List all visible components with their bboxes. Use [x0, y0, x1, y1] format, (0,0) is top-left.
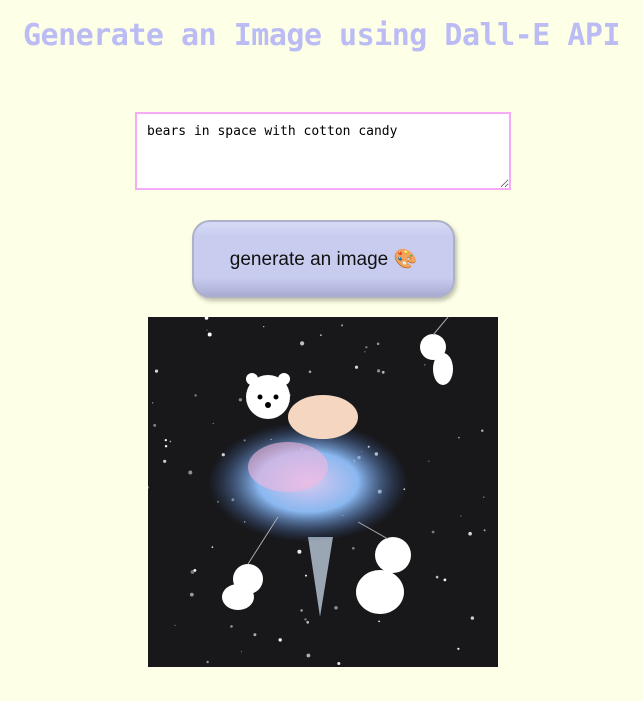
- star: [381, 370, 385, 374]
- star: [341, 324, 344, 327]
- star: [206, 660, 209, 664]
- star: [207, 332, 212, 337]
- star: [468, 531, 472, 536]
- star: [306, 653, 311, 658]
- star: [305, 574, 307, 577]
- generated-image: [146, 316, 498, 667]
- star: [146, 486, 150, 489]
- star: [470, 616, 475, 620]
- star: [378, 620, 380, 623]
- star: [308, 370, 312, 374]
- generated-image-illustration: [146, 316, 486, 665]
- star: [334, 606, 338, 610]
- star: [423, 364, 426, 366]
- star: [337, 662, 341, 665]
- star: [278, 638, 282, 642]
- bear-sleeping: [288, 395, 358, 439]
- star: [365, 346, 368, 349]
- star: [354, 365, 359, 369]
- generate-image-button[interactable]: generate an image 🎨: [192, 220, 455, 298]
- star: [304, 618, 307, 621]
- star: [431, 530, 435, 534]
- star: [377, 369, 381, 373]
- star: [188, 470, 193, 475]
- bear-top-left: [246, 373, 290, 419]
- star: [297, 549, 302, 554]
- bear-top-right: [420, 316, 453, 385]
- star: [240, 651, 242, 653]
- star: [306, 620, 310, 624]
- star: [253, 633, 257, 637]
- page-title: Generate an Image using Dall-E API: [22, 18, 621, 53]
- star: [189, 592, 194, 597]
- star: [238, 398, 243, 402]
- star: [457, 647, 460, 650]
- star: [169, 440, 172, 443]
- star: [204, 316, 209, 320]
- bear-bottom-left: [222, 516, 279, 610]
- star: [460, 515, 462, 517]
- star: [153, 423, 157, 427]
- star: [364, 351, 366, 353]
- star: [174, 624, 176, 626]
- star: [481, 429, 484, 432]
- star: [206, 329, 208, 331]
- cone: [308, 537, 333, 617]
- star: [194, 394, 197, 397]
- star: [483, 529, 486, 532]
- star: [212, 422, 214, 424]
- star: [320, 334, 322, 337]
- star: [300, 609, 303, 612]
- star: [230, 625, 233, 628]
- star: [152, 402, 154, 404]
- star: [443, 578, 447, 582]
- star: [193, 569, 197, 572]
- star: [458, 436, 460, 439]
- star: [211, 546, 214, 548]
- star: [435, 575, 439, 579]
- star: [300, 341, 305, 346]
- star: [352, 547, 355, 550]
- star: [483, 496, 485, 498]
- star: [376, 342, 380, 346]
- star: [428, 460, 430, 462]
- bear-bottom-right: [356, 521, 411, 614]
- star: [164, 439, 167, 442]
- star: [164, 445, 168, 448]
- star: [163, 459, 167, 463]
- prompt-input[interactable]: [135, 112, 511, 190]
- star: [154, 369, 159, 373]
- star: [263, 326, 265, 328]
